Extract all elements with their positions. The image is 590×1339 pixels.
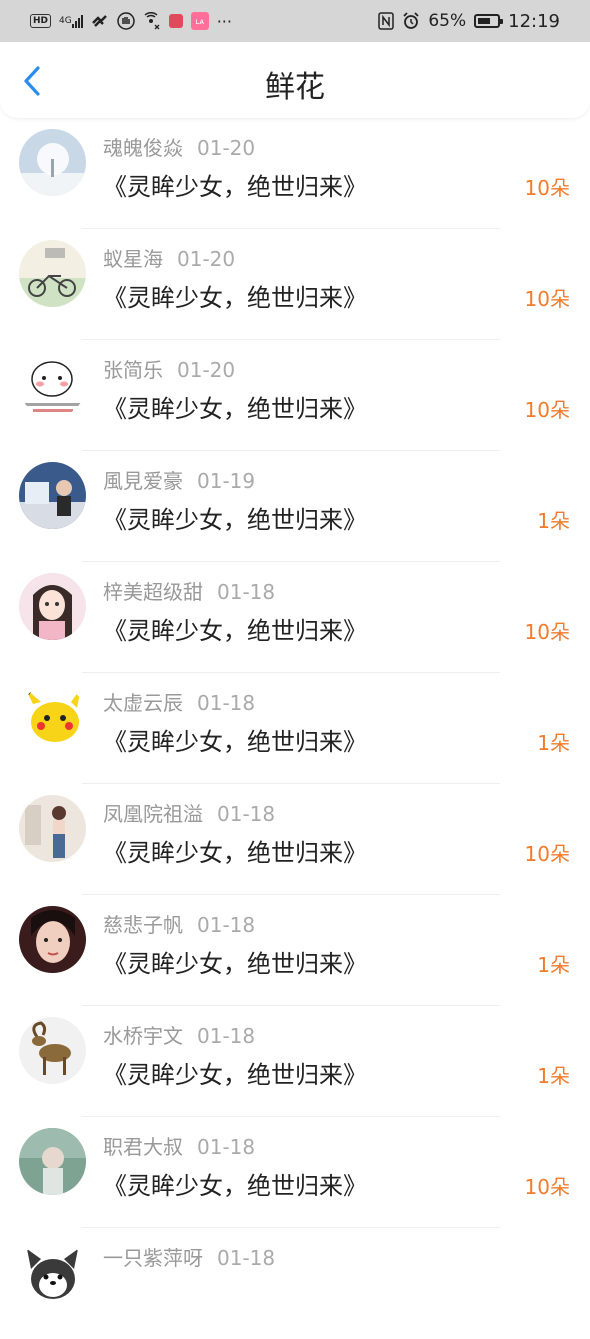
book-title: 《灵眸少女，绝世归来》 xyxy=(103,395,367,423)
list-item[interactable]: 慈悲子帆 01-18 《灵眸少女，绝世归来》 1朵 xyxy=(0,895,590,1006)
avatar[interactable] xyxy=(19,1128,86,1195)
avatar[interactable] xyxy=(19,573,86,640)
flower-count: 1朵 xyxy=(537,509,570,533)
date: 01-19 xyxy=(197,469,256,493)
app-notification-icon xyxy=(168,14,183,28)
flower-count: 10朵 xyxy=(524,398,570,422)
item-meta: 张简乐 01-20 xyxy=(103,354,235,383)
book-title: 《灵眸少女，绝世归来》 xyxy=(103,1172,367,1200)
item-meta: 凤凰院祖溢 01-18 xyxy=(103,798,275,827)
nfc-icon xyxy=(378,12,395,30)
item-meta: 一只紫萍呀 01-18 xyxy=(103,1242,275,1271)
book-title: 《灵眸少女，绝世归来》 xyxy=(103,728,367,756)
avatar[interactable] xyxy=(19,129,86,196)
date: 01-20 xyxy=(177,247,236,271)
book-title: 《灵眸少女，绝世归来》 xyxy=(103,284,367,312)
user-name: 张简乐 xyxy=(103,358,163,382)
status-bar: HD 4G ʟᴀ ··· 65% 12:19 xyxy=(0,0,590,42)
hd-icon: HD xyxy=(30,14,52,28)
avatar[interactable] xyxy=(19,684,86,751)
hotspot-icon xyxy=(143,12,161,30)
avatar[interactable] xyxy=(19,240,86,307)
user-name: 魂魄俊焱 xyxy=(103,136,183,160)
flower-count: 1朵 xyxy=(537,731,570,755)
item-meta: 魂魄俊焱 01-20 xyxy=(103,132,255,161)
avatar[interactable] xyxy=(19,906,86,973)
item-meta: 慈悲子帆 01-18 xyxy=(103,909,255,938)
clock: 12:19 xyxy=(508,10,560,32)
list-item[interactable]: 魂魄俊焱 01-20 《灵眸少女，绝世归来》 10朵 xyxy=(0,118,590,229)
more-notifications-icon: ··· xyxy=(216,11,232,31)
date: 01-20 xyxy=(177,358,236,382)
user-name: 水桥宇文 xyxy=(103,1024,183,1048)
item-meta: 蚁星海 01-20 xyxy=(103,243,235,272)
user-name: 蚁星海 xyxy=(103,247,163,271)
battery-percent: 65% xyxy=(428,11,467,31)
list-item[interactable]: 一只紫萍呀 01-18 xyxy=(0,1228,590,1339)
avatar[interactable] xyxy=(19,351,86,418)
flower-count: 1朵 xyxy=(537,1064,570,1088)
flower-count: 10朵 xyxy=(524,620,570,644)
link-icon xyxy=(91,14,109,28)
item-meta: 風見爱豪 01-19 xyxy=(103,465,255,494)
date: 01-18 xyxy=(197,1135,256,1159)
list-item[interactable]: 風見爱豪 01-19 《灵眸少女，绝世归来》 1朵 xyxy=(0,451,590,562)
date: 01-18 xyxy=(217,802,276,826)
item-meta: 水桥宇文 01-18 xyxy=(103,1020,255,1049)
list-item[interactable]: 蚁星海 01-20 《灵眸少女，绝世归来》 10朵 xyxy=(0,229,590,340)
date: 01-18 xyxy=(217,580,276,604)
user-name: 梓美超级甜 xyxy=(103,580,203,604)
list-item[interactable]: 凤凰院祖溢 01-18 《灵眸少女，绝世归来》 10朵 xyxy=(0,784,590,895)
date: 01-18 xyxy=(217,1246,276,1270)
alarm-icon xyxy=(402,12,420,30)
user-name: 風見爱豪 xyxy=(103,469,183,493)
user-name: 职君大叔 xyxy=(103,1135,183,1159)
book-title: 《灵眸少女，绝世归来》 xyxy=(103,1061,367,1089)
list-item[interactable]: 梓美超级甜 01-18 《灵眸少女，绝世归来》 10朵 xyxy=(0,562,590,673)
date: 01-18 xyxy=(197,913,256,937)
flower-count: 1朵 xyxy=(537,953,570,977)
app-notification-icon-2: ʟᴀ xyxy=(190,12,209,30)
flower-list: 魂魄俊焱 01-20 《灵眸少女，绝世归来》 10朵 蚁星海 01-20 《灵眸少女… xyxy=(0,118,590,1339)
book-title: 《灵眸少女，绝世归来》 xyxy=(103,839,367,867)
hand-icon xyxy=(116,12,135,30)
book-title: 《灵眸少女，绝世归来》 xyxy=(103,173,367,201)
book-title: 《灵眸少女，绝世归来》 xyxy=(103,950,367,978)
book-title: 《灵眸少女，绝世归来》 xyxy=(103,506,367,534)
status-right: 65% 12:19 xyxy=(378,11,560,32)
user-name: 凤凰院祖溢 xyxy=(103,802,203,826)
flower-count: 10朵 xyxy=(524,287,570,311)
date: 01-20 xyxy=(197,136,256,160)
avatar[interactable] xyxy=(19,462,86,529)
user-name: 太虚云辰 xyxy=(103,691,183,715)
item-meta: 梓美超级甜 01-18 xyxy=(103,576,275,605)
book-title: 《灵眸少女，绝世归来》 xyxy=(103,617,367,645)
flower-count: 10朵 xyxy=(524,1175,570,1199)
list-item[interactable]: 职君大叔 01-18 《灵眸少女，绝世归来》 10朵 xyxy=(0,1117,590,1228)
list-item[interactable]: 水桥宇文 01-18 《灵眸少女，绝世归来》 1朵 xyxy=(0,1006,590,1117)
battery-icon xyxy=(474,14,504,28)
user-name: 一只紫萍呀 xyxy=(103,1246,203,1270)
date: 01-18 xyxy=(197,691,256,715)
title-bar: 鲜花 xyxy=(0,42,590,118)
page-title: 鲜花 xyxy=(265,70,325,105)
flower-count: 10朵 xyxy=(524,842,570,866)
user-name: 慈悲子帆 xyxy=(103,913,183,937)
signal-icon: 4G xyxy=(59,14,83,28)
avatar[interactable] xyxy=(19,1017,86,1084)
status-left: HD 4G ʟᴀ ··· xyxy=(30,12,232,31)
date: 01-18 xyxy=(197,1024,256,1048)
item-meta: 职君大叔 01-18 xyxy=(103,1131,255,1160)
avatar[interactable] xyxy=(19,795,86,862)
list-item[interactable]: 太虚云辰 01-18 《灵眸少女，绝世归来》 1朵 xyxy=(0,673,590,784)
item-meta: 太虚云辰 01-18 xyxy=(103,687,255,716)
avatar[interactable] xyxy=(19,1239,86,1306)
flower-count: 10朵 xyxy=(524,176,570,200)
list-item[interactable]: 张简乐 01-20 《灵眸少女，绝世归来》 10朵 xyxy=(0,340,590,451)
